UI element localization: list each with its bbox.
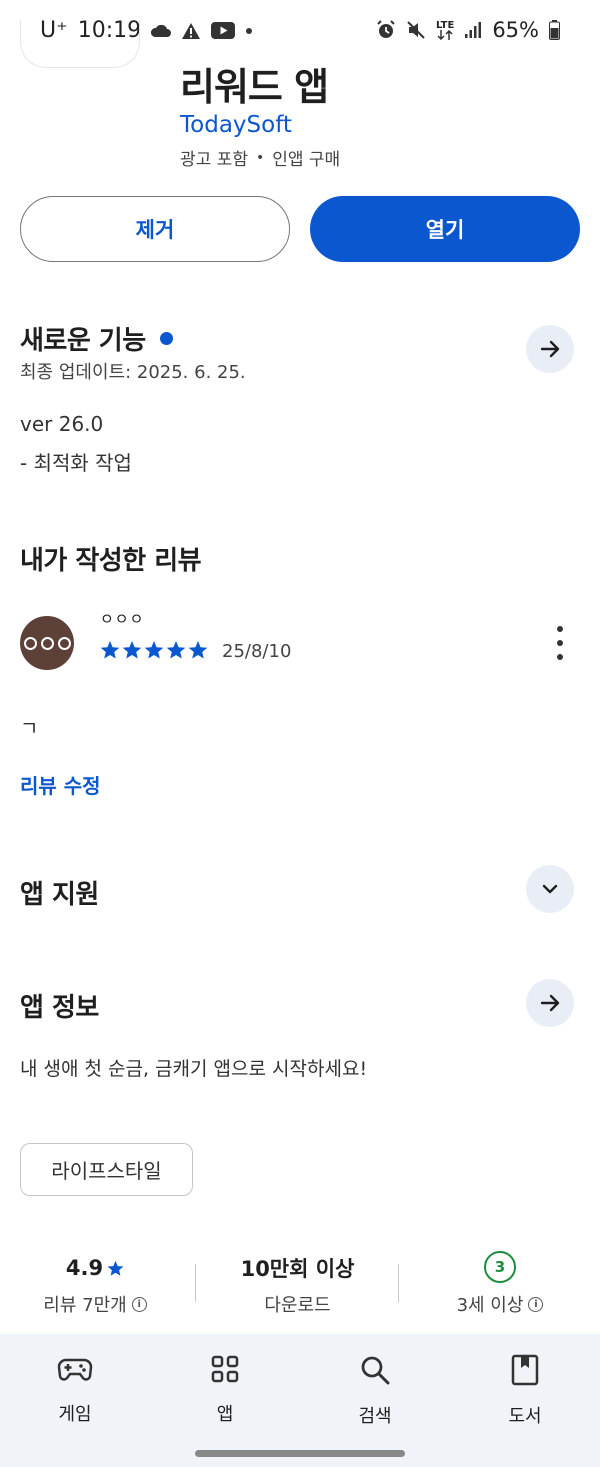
app-support-expand-button[interactable]	[526, 865, 574, 913]
apps-grid-icon	[211, 1355, 239, 1383]
info-icon: i	[131, 1296, 147, 1312]
nav-label-books: 도서	[508, 1406, 542, 1427]
star-icon	[144, 641, 164, 659]
app-info-title[interactable]: 앱 정보	[20, 987, 99, 1024]
review-date: 25/8/10	[222, 641, 292, 662]
app-support-title[interactable]: 앱 지원	[20, 874, 99, 911]
meta-separator: •	[255, 149, 265, 166]
chevron-down-icon	[542, 884, 558, 894]
youtube-icon	[211, 22, 236, 39]
divider	[398, 1264, 399, 1302]
arrow-right-icon	[540, 994, 560, 1012]
star-icon	[100, 641, 120, 659]
battery-icon	[549, 20, 560, 40]
category-chip[interactable]: 라이프스타일	[20, 1143, 193, 1196]
app-icon	[20, 20, 140, 68]
cloud-icon	[151, 24, 172, 38]
avatar	[20, 616, 74, 670]
version-text: ver 26.0	[20, 412, 104, 436]
book-icon	[511, 1354, 539, 1386]
iap-label: 인앱 구매	[272, 150, 341, 170]
developer-link[interactable]: TodaySoft	[180, 112, 292, 138]
open-button[interactable]: 열기	[310, 196, 580, 262]
more-options-icon[interactable]	[546, 626, 574, 660]
downloads-stat: 10만회 이상 다운로드	[210, 1253, 385, 1317]
star-icon	[122, 641, 142, 659]
age-rating-stat[interactable]: 3 3세 이상 i	[420, 1250, 580, 1317]
app-title: 리워드 앱	[180, 65, 329, 109]
home-indicator[interactable]	[195, 1450, 405, 1457]
ads-label: 광고 포함	[180, 150, 248, 170]
app-description: 내 생애 첫 순금, 금캐기 앱으로 시작하세요!	[20, 1058, 368, 1080]
star-icon	[188, 641, 208, 659]
whats-new-arrow-button[interactable]	[526, 325, 574, 373]
lte-icon: LTE	[435, 19, 455, 40]
divider	[195, 1264, 196, 1302]
downloads-value: 10만회 이상	[240, 1257, 355, 1281]
new-indicator-dot-icon	[159, 332, 173, 345]
star-rating	[100, 640, 208, 660]
notification-dot-icon	[245, 27, 253, 35]
edit-review-link[interactable]: 리뷰 수정	[20, 770, 101, 799]
whats-new-title: 새로운 기능	[20, 326, 146, 356]
nav-label-apps: 앱	[216, 1404, 234, 1425]
arrow-right-icon	[540, 340, 560, 358]
review-count: 리뷰 7만개	[43, 1295, 127, 1316]
rating-stat[interactable]: 4.9 리뷰 7만개 i	[20, 1253, 170, 1317]
remove-button[interactable]: 제거	[20, 196, 290, 262]
nav-item-search[interactable]: 검색	[325, 1354, 425, 1428]
app-meta: 광고 포함 • 인앱 구매	[180, 145, 341, 171]
last-updated: 최종 업데이트: 2025. 6. 25.	[20, 362, 246, 383]
mute-icon	[406, 20, 426, 40]
release-notes: - 최적화 작업	[20, 451, 132, 475]
whats-new-header[interactable]: 새로운 기능	[20, 320, 173, 357]
star-icon	[107, 1260, 124, 1276]
battery-percent: 65%	[492, 18, 539, 42]
age-rating-label: 3세 이상	[456, 1295, 524, 1316]
nav-item-books[interactable]: 도서	[475, 1354, 575, 1428]
nav-item-apps[interactable]: 앱	[175, 1354, 275, 1426]
rating-value: 4.9	[65, 1256, 104, 1280]
nav-item-games[interactable]: 게임	[25, 1354, 125, 1426]
search-icon	[361, 1356, 390, 1385]
age-rating-badge: 3	[484, 1251, 516, 1283]
bottom-nav: 게임 앱 검색 도서	[0, 1334, 600, 1467]
review-body: ㄱ	[20, 716, 39, 740]
network-label: LTE	[435, 19, 455, 31]
star-icon	[166, 641, 186, 659]
gamepad-icon	[57, 1358, 93, 1381]
nav-label-games: 게임	[58, 1404, 92, 1425]
nav-label-search: 검색	[358, 1406, 392, 1427]
reviewer-name: ㅇㅇㅇ	[100, 610, 145, 628]
warning-icon	[181, 22, 201, 40]
signal-icon	[464, 21, 482, 39]
info-icon: i	[528, 1296, 544, 1312]
app-info-arrow-button[interactable]	[526, 979, 574, 1027]
my-review-title: 내가 작성한 리뷰	[20, 546, 202, 576]
downloads-label: 다운로드	[264, 1295, 331, 1316]
alarm-icon	[376, 20, 396, 40]
